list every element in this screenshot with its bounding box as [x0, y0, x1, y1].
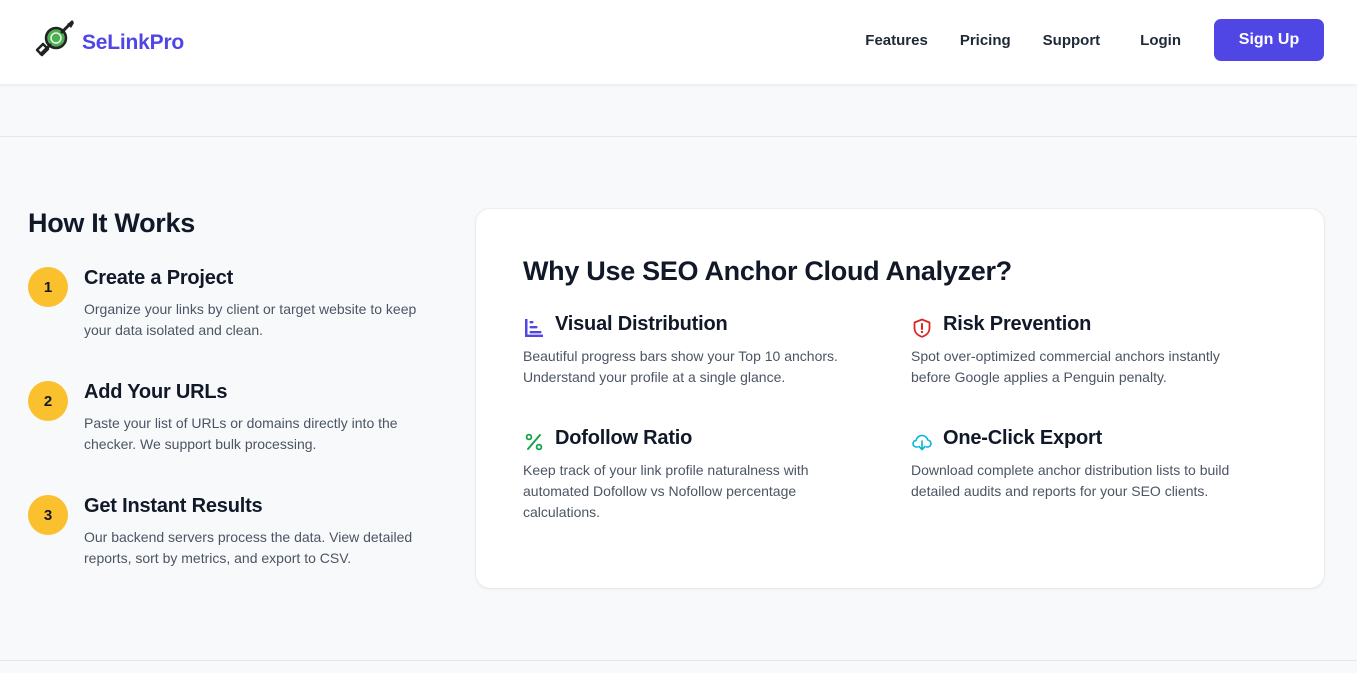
- nav-link-login[interactable]: Login: [1140, 32, 1181, 49]
- brand-logo[interactable]: SeLinkPro: [34, 20, 184, 65]
- feature-title: One-Click Export: [943, 427, 1103, 449]
- link-chain-icon: [34, 20, 76, 65]
- why-use-title: Why Use SEO Anchor Cloud Analyzer?: [523, 256, 1012, 286]
- step-number-badge: 3: [28, 495, 68, 535]
- feature-title: Visual Distribution: [555, 313, 728, 335]
- how-it-works-title: How It Works: [28, 208, 195, 238]
- brand-name: SeLinkPro: [82, 30, 185, 54]
- step-description: Paste your list of URLs or domains direc…: [84, 415, 398, 452]
- percent-icon: [523, 431, 545, 453]
- signup-button[interactable]: Sign Up: [1214, 19, 1324, 61]
- feature-description: Download complete anchor distribution li…: [911, 462, 1230, 499]
- nav-link-features[interactable]: Features: [865, 32, 928, 49]
- step-title: Add Your URLs: [84, 381, 228, 403]
- nav-link-support[interactable]: Support: [1043, 32, 1101, 49]
- main-nav: Features Pricing Support Login Sign Up: [865, 19, 1324, 61]
- section-divider-top: [0, 136, 1357, 137]
- step-description: Organize your links by client or target …: [84, 301, 417, 338]
- why-use-card: Why Use SEO Anchor Cloud Analyzer? Visua…: [476, 209, 1324, 588]
- nav-link-pricing[interactable]: Pricing: [960, 32, 1011, 49]
- step-number-badge: 1: [28, 267, 68, 307]
- site-header: SeLinkPro Features Pricing Support Login…: [0, 0, 1357, 84]
- feature-description: Spot over-optimized commercial anchors i…: [911, 348, 1220, 385]
- cloud-download-icon: [911, 431, 933, 453]
- step-title: Create a Project: [84, 267, 234, 289]
- step-title: Get Instant Results: [84, 495, 263, 517]
- step-description: Our backend servers process the data. Vi…: [84, 529, 413, 566]
- feature-title: Risk Prevention: [943, 313, 1092, 335]
- shield-alert-icon: [911, 317, 933, 339]
- section-divider-bottom: [0, 660, 1357, 661]
- feature-description: Keep track of your link profile naturaln…: [523, 462, 809, 520]
- feature-title: Dofollow Ratio: [555, 427, 693, 449]
- step-number-badge: 2: [28, 381, 68, 421]
- bar-chart-icon: [523, 317, 545, 339]
- feature-description: Beautiful progress bars show your Top 10…: [523, 348, 838, 385]
